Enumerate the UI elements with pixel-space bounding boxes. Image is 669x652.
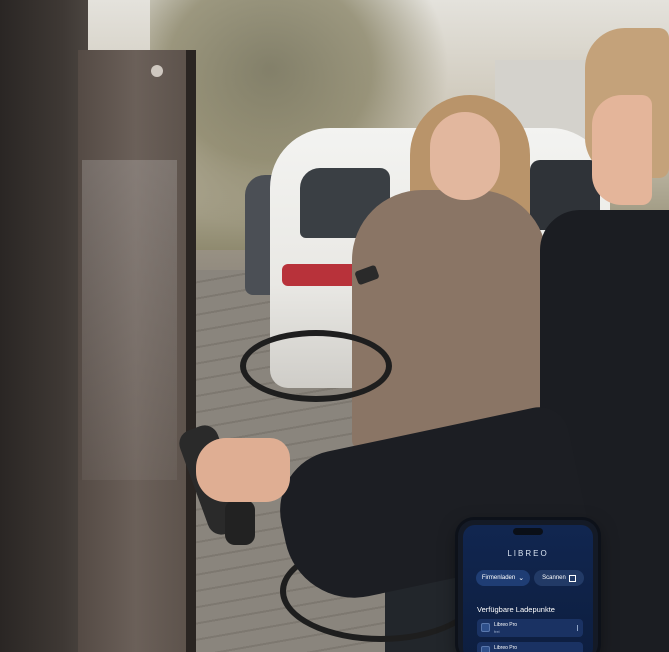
- company-charge-button[interactable]: Firmenladen ⌄: [476, 570, 530, 586]
- charging-plug-head: [225, 500, 255, 545]
- hero-photo: LIBREO Firmenladen ⌄ Scannen Verfügbare …: [0, 0, 669, 652]
- company-charge-label: Firmenladen: [481, 575, 516, 581]
- chevron-right-icon: [573, 625, 578, 631]
- charge-point-card[interactable]: Libreo Pro frei: [477, 619, 583, 637]
- charger-icon: [481, 623, 490, 632]
- charging-station-dark: [0, 0, 88, 652]
- phone-notch: [513, 528, 543, 535]
- post-reflection: [82, 160, 177, 480]
- app-brand-logo: LIBREO: [507, 549, 549, 558]
- charging-cable: [240, 330, 392, 402]
- qr-scan-icon: [568, 574, 576, 582]
- charge-point-status: frei: [494, 629, 500, 634]
- charge-point-name: Libreo Pro: [494, 622, 518, 628]
- man-face: [592, 95, 652, 205]
- chevron-down-icon: ⌄: [518, 574, 525, 582]
- app-screen: LIBREO Firmenladen ⌄ Scannen Verfügbare …: [463, 525, 593, 652]
- man-hand: [196, 438, 290, 502]
- scan-label: Scannen: [542, 575, 566, 581]
- charge-point-name: Libreo Pro: [494, 645, 518, 651]
- charge-point-card[interactable]: Libreo Pro: [477, 642, 583, 652]
- charger-icon: [481, 646, 490, 652]
- app-phone-mockup: LIBREO Firmenladen ⌄ Scannen Verfügbare …: [458, 520, 598, 652]
- woman-face: [430, 112, 500, 200]
- post-edge: [186, 50, 196, 652]
- scan-button[interactable]: Scannen: [534, 570, 584, 586]
- section-title: Verfügbare Ladepunkte: [477, 605, 555, 614]
- post-bolt: [151, 65, 163, 77]
